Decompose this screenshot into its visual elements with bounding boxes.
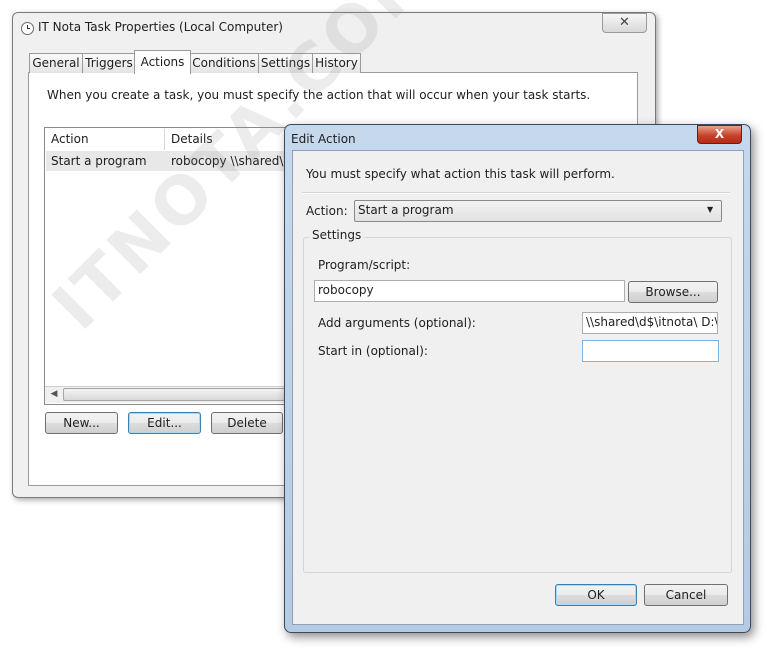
chevron-down-icon[interactable]: ▼: [707, 203, 713, 217]
tab-actions[interactable]: Actions: [134, 50, 191, 74]
cancel-button[interactable]: Cancel: [644, 584, 728, 606]
dialog-title: Edit Action: [291, 132, 356, 146]
tab-history[interactable]: History: [312, 53, 361, 73]
program-script-label: Program/script:: [318, 258, 411, 272]
tab-settings[interactable]: Settings: [258, 53, 313, 73]
divider: [302, 192, 730, 194]
close-button[interactable]: ✕: [602, 13, 647, 33]
row-action-cell: Start a program: [51, 154, 147, 168]
tab-triggers[interactable]: Triggers: [82, 53, 136, 73]
scrollbar-thumb[interactable]: [63, 388, 285, 401]
browse-button[interactable]: Browse...: [628, 281, 718, 303]
clock-icon: [21, 22, 34, 35]
action-label: Action:: [306, 204, 348, 218]
action-select-value: Start a program: [358, 203, 454, 217]
edit-button[interactable]: Edit...: [128, 412, 201, 434]
window-title: IT Nota Task Properties (Local Computer): [38, 20, 283, 34]
ok-button[interactable]: OK: [555, 584, 637, 606]
tab-conditions[interactable]: Conditions: [189, 53, 259, 73]
tab-general[interactable]: General: [29, 53, 83, 73]
arguments-input[interactable]: \\shared\d$\itnota\ D:\it: [582, 312, 718, 334]
start-in-label: Start in (optional):: [318, 344, 428, 358]
delete-button[interactable]: Delete: [211, 412, 283, 434]
settings-group-label: Settings: [309, 228, 365, 242]
actions-description: When you create a task, you must specify…: [47, 88, 591, 102]
dialog-description: You must specify what action this task w…: [306, 167, 615, 181]
new-button[interactable]: New...: [45, 412, 118, 434]
program-script-input[interactable]: robocopy: [314, 280, 625, 302]
start-in-input[interactable]: [582, 340, 719, 362]
arrow-left-icon[interactable]: ◀: [47, 388, 61, 400]
column-header-action[interactable]: Action: [45, 129, 165, 150]
arguments-label: Add arguments (optional):: [318, 316, 476, 330]
dialog-close-button[interactable]: X: [697, 125, 742, 144]
